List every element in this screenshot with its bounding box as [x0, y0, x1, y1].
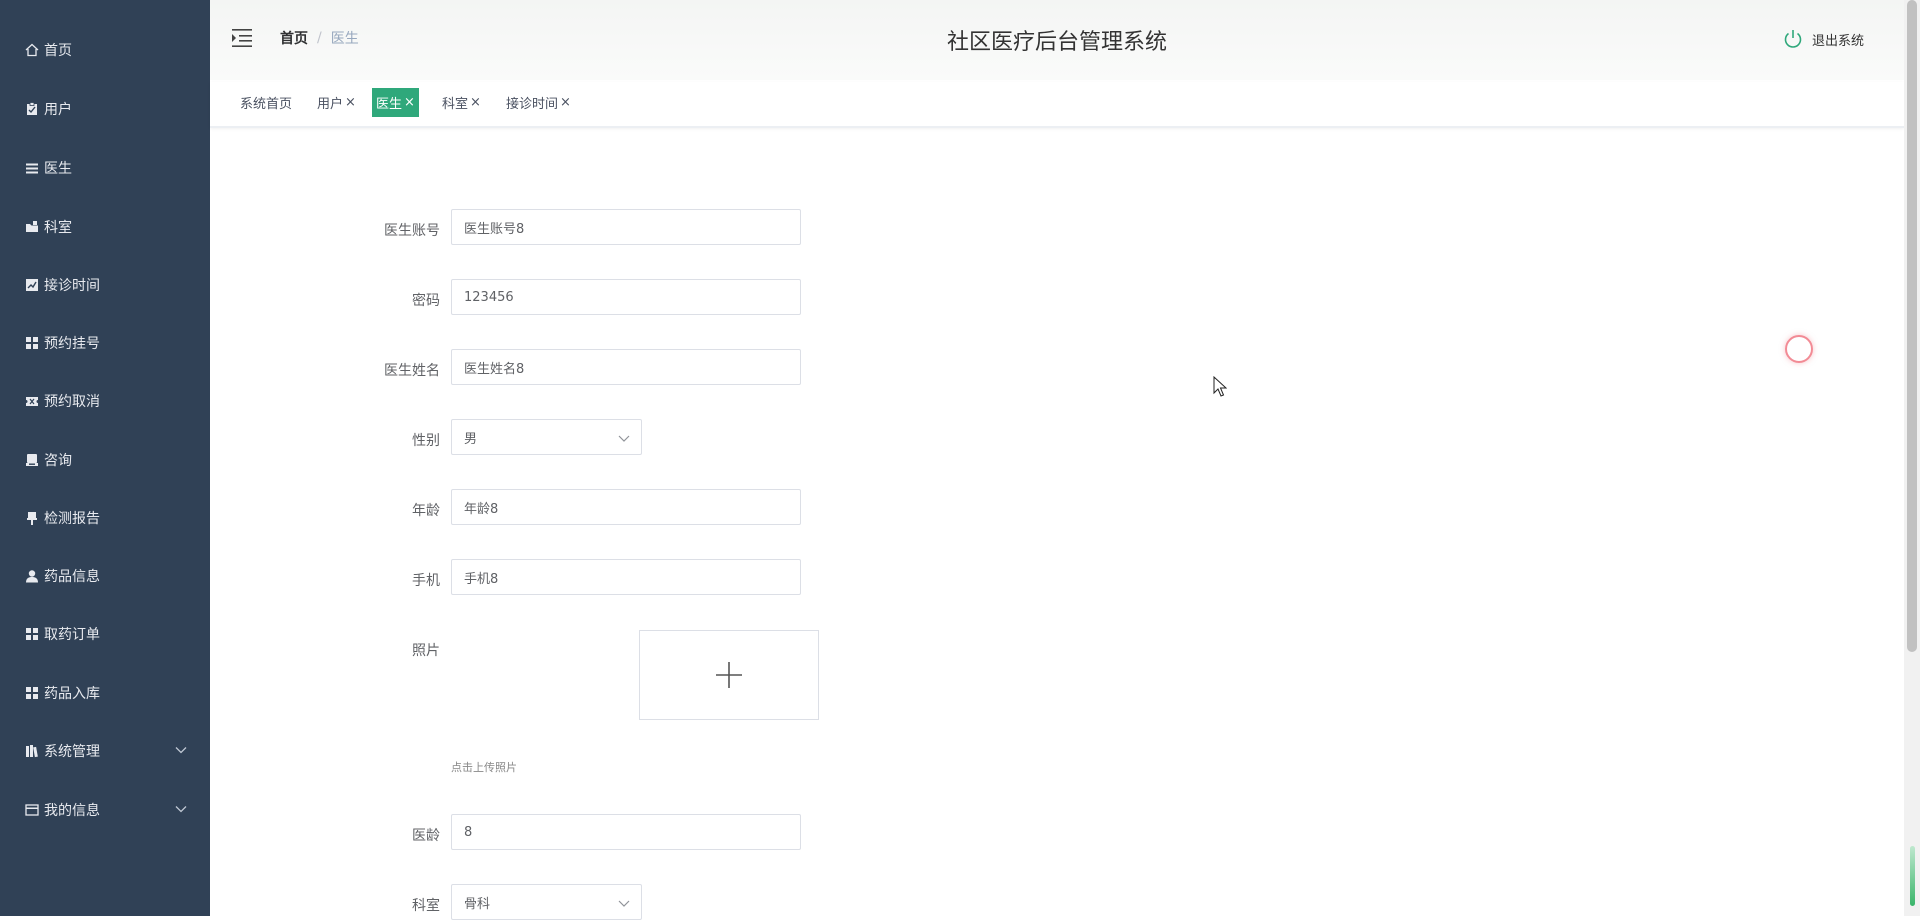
tag-label: 用户 [317, 97, 344, 112]
tag-schedule[interactable]: 接诊时间 × [502, 88, 575, 117]
sidebar-item-doctors[interactable]: 医生 [0, 148, 210, 188]
sidebar-item-label: 用户 [44, 102, 72, 118]
home-icon [24, 42, 40, 58]
tag-home[interactable]: 系统首页 [236, 88, 296, 117]
tag-users[interactable]: 用户 × [313, 88, 360, 117]
sidebar-item-label: 医生 [44, 161, 72, 177]
photo-upload-button[interactable] [639, 630, 819, 720]
sidebar-item-label: 检测报告 [44, 511, 100, 527]
logout-label: 退出系统 [1811, 33, 1864, 49]
sidebar-item-schedule[interactable]: 接诊时间 [0, 265, 210, 305]
gender-select[interactable]: 男 [451, 419, 642, 455]
sidebar-item-departments[interactable]: 科室 [0, 207, 210, 247]
mouse-cursor-icon [1213, 376, 1227, 397]
experience-input[interactable] [451, 814, 801, 850]
page-title: 社区医疗后台管理系统 [946, 30, 1167, 55]
tag-label: 科室 [442, 97, 469, 112]
password-label: 密码 [412, 293, 440, 309]
sidebar-item-label: 药品入库 [44, 686, 100, 702]
sidebar-item-label: 接诊时间 [44, 278, 100, 294]
tag-doctors[interactable]: 医生 × [372, 88, 419, 117]
chevron-down-icon [175, 806, 187, 813]
tag-departments[interactable]: 科室 × [438, 88, 485, 117]
close-icon[interactable]: × [404, 95, 415, 110]
sidebar-item-reports[interactable]: 检测报告 [0, 498, 210, 538]
sidebar-item-system-management[interactable]: 系统管理 [0, 731, 210, 771]
age-input[interactable] [451, 489, 801, 525]
experience-label: 医龄 [412, 828, 440, 844]
chevron-down-icon [175, 747, 187, 754]
department-label: 科室 [412, 898, 440, 914]
account-input[interactable] [451, 209, 801, 245]
sidebar: 首页 用户 医生 科室 接诊时间 预约挂号 预约取消 咨询 检测报告 药品信息 … [0, 0, 210, 916]
sidebar-item-label: 预约挂号 [44, 336, 100, 352]
loading-indicator [1785, 335, 1813, 363]
sidebar-item-appointments[interactable]: 预约挂号 [0, 323, 210, 363]
list-icon [24, 160, 40, 176]
sidebar-item-home[interactable]: 首页 [0, 30, 210, 70]
tag-label: 系统首页 [240, 97, 293, 112]
scroll-progress [1910, 846, 1915, 906]
breadcrumb-separator: / [317, 30, 322, 46]
sidebar-item-drug-info[interactable]: 药品信息 [0, 556, 210, 596]
sidebar-item-users[interactable]: 用户 [0, 89, 210, 129]
name-label: 医生姓名 [384, 363, 440, 379]
account-label: 医生账号 [384, 223, 440, 239]
scrollbar-thumb[interactable] [1907, 0, 1917, 652]
card-icon [24, 802, 40, 818]
sidebar-item-label: 咨询 [44, 453, 72, 469]
gender-value: 男 [464, 431, 478, 447]
grid-icon [24, 685, 40, 701]
photo-label: 照片 [412, 643, 440, 659]
printer-icon [24, 452, 40, 468]
power-icon [1784, 30, 1802, 48]
sidebar-item-label: 预约取消 [44, 394, 100, 410]
book-icon [24, 743, 40, 759]
close-icon[interactable]: × [560, 95, 571, 110]
grid-icon [24, 335, 40, 351]
ticket-icon [24, 393, 40, 409]
tag-label: 医生 [376, 97, 403, 112]
breadcrumb-current: 医生 [330, 31, 359, 47]
sidebar-item-consultation[interactable]: 咨询 [0, 440, 210, 480]
chevron-down-icon [618, 900, 630, 907]
logout-button[interactable]: 退出系统 [1782, 28, 1864, 50]
thumbtack-icon [24, 510, 40, 526]
age-label: 年龄 [412, 503, 440, 519]
grid-icon [24, 626, 40, 642]
department-select[interactable]: 骨科 [451, 884, 642, 920]
sidebar-item-label: 药品信息 [44, 569, 100, 585]
name-input[interactable] [451, 349, 801, 385]
top-header: 首页 / 医生 社区医疗后台管理系统 退出系统 [210, 0, 1904, 80]
sidebar-item-label: 取药订单 [44, 627, 100, 643]
password-input[interactable] [451, 279, 801, 315]
chart-icon [24, 277, 40, 293]
sidebar-item-my-info[interactable]: 我的信息 [0, 790, 210, 830]
tags-view: 系统首页 用户 × 医生 × 科室 × 接诊时间 × [210, 82, 1904, 128]
sidebar-item-label: 我的信息 [44, 803, 100, 819]
close-icon[interactable]: × [345, 95, 356, 110]
plus-icon [716, 662, 742, 688]
phone-input[interactable] [451, 559, 801, 595]
page-scrollbar[interactable] [1904, 0, 1920, 916]
menu-toggle-icon[interactable] [232, 28, 254, 48]
sidebar-item-label: 首页 [44, 43, 72, 59]
breadcrumb-home[interactable]: 首页 [280, 28, 308, 48]
gender-label: 性别 [412, 433, 440, 449]
folder-icon [24, 219, 40, 235]
tag-label: 接诊时间 [506, 97, 559, 112]
sidebar-item-pickup-orders[interactable]: 取药订单 [0, 614, 210, 654]
chevron-down-icon [618, 435, 630, 442]
sidebar-item-label: 系统管理 [44, 744, 100, 760]
sidebar-item-label: 科室 [44, 220, 72, 236]
phone-label: 手机 [412, 573, 440, 589]
department-value: 骨科 [464, 896, 491, 912]
user-icon [24, 568, 40, 584]
close-icon[interactable]: × [470, 95, 481, 110]
sidebar-item-drug-stock[interactable]: 药品入库 [0, 673, 210, 713]
sidebar-item-cancellations[interactable]: 预约取消 [0, 381, 210, 421]
clipboard-icon [24, 101, 40, 117]
breadcrumb: 首页 / 医生 [280, 28, 359, 48]
upload-hint: 点击上传照片 [451, 761, 517, 774]
